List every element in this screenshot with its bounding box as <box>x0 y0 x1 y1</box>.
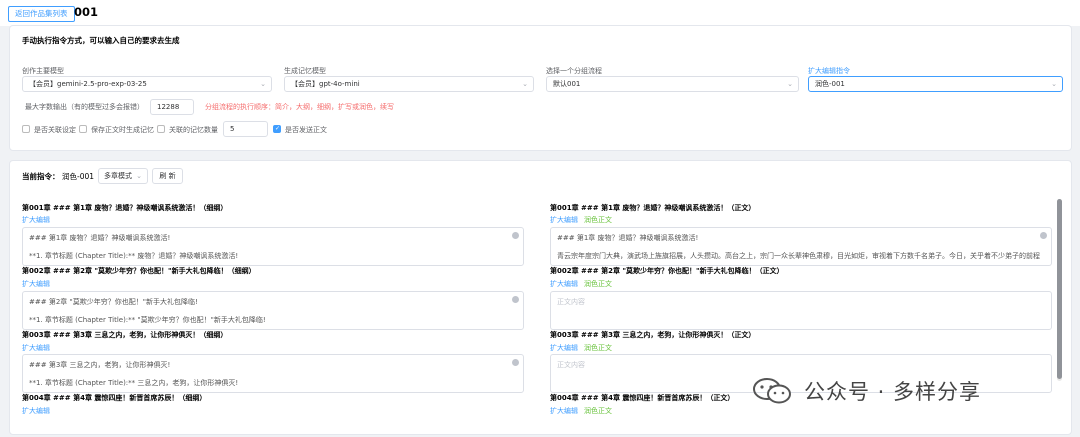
main-model-value: 【会员】gemini-2.5-pro-exp-03-25 <box>29 80 147 88</box>
mode-select[interactable]: 多章模式 ⌄ <box>98 168 148 184</box>
watermark-text: 公众号 · 多样分享 <box>804 380 982 404</box>
flow-select[interactable]: 默认001 ⌄ <box>546 76 799 92</box>
polish-body-link[interactable]: 润色正文 <box>584 344 612 352</box>
resize-handle-icon[interactable] <box>512 296 519 303</box>
expand-edit-link[interactable]: 扩大编辑 <box>550 407 578 415</box>
expand-edit-link[interactable]: 扩大编辑 <box>22 407 50 415</box>
left-chapter-title: 第004章 ### 第4章 震惊四座！新晋首席苏辰！（细纲） <box>22 394 207 402</box>
max-output-input[interactable]: 12288 <box>150 99 194 115</box>
current-command-label: 当前指令： <box>22 172 60 181</box>
right-chapter-actions: 扩大编辑 润色正文 <box>550 215 612 225</box>
chevron-down-icon: ⌄ <box>787 80 793 88</box>
resize-handle-icon[interactable] <box>512 359 519 366</box>
chevron-down-icon: ⌄ <box>260 80 266 88</box>
wechat-icon <box>753 378 791 404</box>
flow-label: 选择一个分组流程 <box>546 67 602 75</box>
textarea-line: ### 第1章 废物？退婚？神级嘲讽系统激活! <box>29 234 171 242</box>
memory-count-checkbox[interactable] <box>157 125 165 133</box>
scrollbar-thumb[interactable] <box>1057 199 1062 379</box>
memory-model-select[interactable]: 【会员】gpt-4o-mini ⌄ <box>284 76 534 92</box>
textarea-placeholder: 正文内容 <box>557 298 585 306</box>
right-chapter-title: 第003章 ### 第3章 三息之内，老狗，让你形神俱灭！（正文） <box>550 331 756 339</box>
chevron-down-icon: ⌄ <box>522 80 528 88</box>
outline-textarea[interactable]: ### 第3章 三息之内，老狗，让你形神俱灭! **1. 章节标题 (Chapt… <box>22 354 524 393</box>
textarea-line: ### 第1章 废物？退婚？神级嘲讽系统激活! <box>557 234 699 242</box>
right-chapter-actions: 扩大编辑 润色正文 <box>550 279 612 289</box>
intro-text: 手动执行指令方式，可以输入自己的要求去生成 <box>22 36 180 45</box>
resize-handle-icon[interactable] <box>1040 232 1047 239</box>
link-settings-label: 是否关联设定 <box>34 126 76 134</box>
left-chapter-title: 第003章 ### 第3章 三息之内，老狗，让你形神俱灭！（细纲） <box>22 331 228 339</box>
chevron-down-icon: ⌄ <box>136 172 142 180</box>
expand-cmd-value: 润色-001 <box>815 80 845 88</box>
memory-model-value: 【会员】gpt-4o-mini <box>291 80 360 88</box>
memory-model-label: 生成记忆模型 <box>284 67 326 75</box>
right-chapter-title: 第001章 ### 第1章 废物？退婚？神级嘲讽系统激活！（正文） <box>550 204 756 212</box>
polish-body-link[interactable]: 润色正文 <box>584 216 612 224</box>
expand-cmd-label[interactable]: 扩大编辑指令 <box>808 66 850 76</box>
top-bar: 返回作品集列表 001 <box>0 0 1080 26</box>
save-memory-checkbox[interactable] <box>79 125 87 133</box>
left-chapter-actions: 扩大编辑 <box>22 406 50 416</box>
polish-body-link[interactable]: 润色正文 <box>584 280 612 288</box>
textarea-line: ### 第2章 "莫欺少年穷？你也配！"新手大礼包降临! <box>29 298 198 306</box>
right-chapter-actions: 扩大编辑 润色正文 <box>550 343 612 353</box>
textarea-line: **1. 章节标题 (Chapter Title):** "莫欺少年穷？你也配！… <box>29 316 266 324</box>
expand-edit-link[interactable]: 扩大编辑 <box>22 280 50 288</box>
expand-edit-link[interactable]: 扩大编辑 <box>550 216 578 224</box>
project-title: 001 <box>74 5 99 19</box>
chevron-down-icon: ⌄ <box>1051 80 1057 88</box>
textarea-line: **1. 章节标题 (Chapter Title):** 三息之内，老狗，让你形… <box>29 379 239 387</box>
expand-edit-link[interactable]: 扩大编辑 <box>550 344 578 352</box>
right-chapter-title: 第004章 ### 第4章 震惊四座！新晋首席苏辰！（正文） <box>550 394 735 402</box>
left-chapter-actions: 扩大编辑 <box>22 279 50 289</box>
left-chapter-title: 第001章 ### 第1章 废物？退婚？神级嘲讽系统激活！（细纲） <box>22 204 228 212</box>
right-chapter-actions: 扩大编辑 润色正文 <box>550 406 612 416</box>
current-command-value: 润色-001 <box>62 172 95 181</box>
expand-edit-link[interactable]: 扩大编辑 <box>22 216 50 224</box>
refresh-button[interactable]: 刷 新 <box>152 168 183 184</box>
settings-panel: 手动执行指令方式，可以输入自己的要求去生成 创作主要模型 【会员】gemini-… <box>9 25 1072 151</box>
textarea-line: 青云宗年度宗门大典，演武场上旌旗招展，人头攒动。高台之上，宗门一众长辈神色肃穆，… <box>557 252 1040 260</box>
flow-value: 默认001 <box>553 80 581 88</box>
textarea-line: **1. 章节标题 (Chapter Title):** 废物？退婚？神级嘲讽系… <box>29 252 239 260</box>
send-body-checkbox[interactable] <box>273 125 281 133</box>
save-memory-label: 保存正文时生成记忆 <box>91 126 154 134</box>
memory-count-input[interactable]: 5 <box>223 121 268 137</box>
send-body-label: 是否发送正文 <box>285 126 327 134</box>
textarea-line: ### 第3章 三息之内，老狗，让你形神俱灭! <box>29 361 171 369</box>
main-model-label: 创作主要模型 <box>22 67 64 75</box>
polish-body-link[interactable]: 润色正文 <box>584 407 612 415</box>
right-chapter-title: 第002章 ### 第2章 "莫欺少年穷？你也配！"新手大礼包降临！（正文） <box>550 267 784 275</box>
left-chapter-title: 第002章 ### 第2章 "莫欺少年穷？你也配！"新手大礼包降临！（细纲） <box>22 267 256 275</box>
outline-textarea[interactable]: ### 第2章 "莫欺少年穷？你也配！"新手大礼包降临! **1. 章节标题 (… <box>22 291 524 330</box>
outline-textarea[interactable]: ### 第1章 废物？退婚？神级嘲讽系统激活! **1. 章节标题 (Chapt… <box>22 227 524 266</box>
expand-cmd-select[interactable]: 润色-001 ⌄ <box>808 76 1063 92</box>
body-textarea[interactable]: 正文内容 <box>550 291 1052 330</box>
main-model-select[interactable]: 【会员】gemini-2.5-pro-exp-03-25 ⌄ <box>22 76 272 92</box>
memory-count-label: 关联的记忆数量 <box>169 126 218 134</box>
left-chapter-actions: 扩大编辑 <box>22 215 50 225</box>
body-textarea[interactable]: ### 第1章 废物？退婚？神级嘲讽系统激活! 青云宗年度宗门大典，演武场上旌旗… <box>550 227 1052 266</box>
expand-edit-link[interactable]: 扩大编辑 <box>550 280 578 288</box>
flow-order-hint: 分组流程的执行顺序：简介，大纲，细纲，扩写或润色，续写 <box>205 103 394 111</box>
vertical-scrollbar[interactable] <box>1057 199 1062 381</box>
max-output-label: 最大字数输出（有的模型过多会报错） <box>25 103 144 111</box>
back-to-collections-button[interactable]: 返回作品集列表 <box>8 6 75 22</box>
expand-edit-link[interactable]: 扩大编辑 <box>22 344 50 352</box>
mode-value: 多章模式 <box>104 172 132 180</box>
resize-handle-icon[interactable] <box>512 232 519 239</box>
left-chapter-actions: 扩大编辑 <box>22 343 50 353</box>
link-settings-checkbox[interactable] <box>22 125 30 133</box>
textarea-placeholder: 正文内容 <box>557 361 585 369</box>
